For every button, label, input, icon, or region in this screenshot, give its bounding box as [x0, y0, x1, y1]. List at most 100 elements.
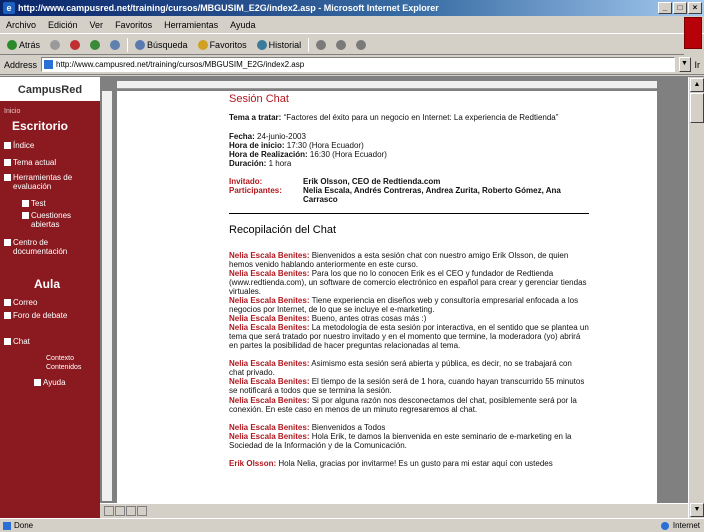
course-sidebar: CampusRed Inicio Escritorio Índice Tema … [0, 77, 100, 519]
sidebar-item-herramientas[interactable]: Herramientas de evaluación [4, 173, 94, 191]
chat-text: Bienvenidos a Todos [312, 423, 386, 432]
doc-hora-inicio: Hora de inicio: 17:30 (Hora Ecuador) [229, 141, 364, 150]
minimize-button[interactable]: _ [658, 2, 672, 14]
history-icon [257, 40, 267, 50]
refresh-button[interactable] [87, 39, 103, 51]
menu-edit[interactable]: Edición [48, 20, 78, 30]
security-zone: Internet [661, 519, 700, 532]
chat-speaker: Erik Olsson: [229, 459, 276, 468]
chat-message: Nelia Escala Benites: Hola Erik, te damo… [229, 432, 589, 450]
menu-view[interactable]: Ver [90, 20, 104, 30]
sidebar-item-centro-documentacion[interactable]: Centro de documentación [4, 238, 94, 256]
doc-duracion: Duración: 1 hora [229, 159, 291, 168]
chat-text: Hola Nelia, gracias por invitarme! Es un… [278, 459, 552, 468]
favorites-icon [198, 40, 208, 50]
menu-tools[interactable]: Herramientas [164, 20, 218, 30]
print-button[interactable] [333, 39, 349, 51]
chat-message: Nelia Escala Benites: Tiene experiencia … [229, 296, 589, 314]
sidebar-item-correo[interactable]: Correo [4, 298, 37, 307]
address-bar: Address http://www.campusred.net/trainin… [0, 55, 704, 75]
status-text: Done [14, 521, 33, 530]
chat-speaker: Nelia Escala Benites: [229, 323, 309, 332]
doc-fecha: Fecha: 24-junio-2003 [229, 132, 306, 141]
scroll-thumb[interactable] [690, 93, 704, 123]
toolbar-separator [308, 38, 309, 52]
web-view-button[interactable] [115, 506, 125, 516]
scroll-up-arrow-icon[interactable]: ▲ [690, 78, 704, 92]
edit-button[interactable] [353, 39, 369, 51]
topic-icon [4, 159, 11, 166]
home-icon [110, 40, 120, 50]
sidebar-item-chat[interactable]: Chat [4, 337, 30, 346]
go-button[interactable]: Ir [695, 60, 704, 70]
stop-button[interactable] [67, 39, 83, 51]
chat-speaker: Nelia Escala Benites: [229, 377, 309, 386]
chat-text: Bueno, antes otras cosas más :) [312, 314, 427, 323]
history-button[interactable]: Historial [254, 39, 305, 51]
menu-bar: Archivo Edición Ver Favoritos Herramient… [0, 16, 704, 34]
document-icon [4, 239, 11, 246]
menu-favorites[interactable]: Favoritos [115, 20, 152, 30]
vertical-scrollbar[interactable]: ▲ ▼ [688, 77, 704, 519]
scroll-down-arrow-icon[interactable]: ▼ [690, 503, 704, 517]
stop-icon [70, 40, 80, 50]
view-buttons [104, 506, 147, 516]
chat-message: Nelia Escala Benites: El tiempo de la se… [229, 377, 589, 395]
sidebar-item-tema-actual[interactable]: Tema actual [4, 158, 56, 167]
back-button[interactable]: Atrás [4, 39, 43, 51]
doc-participantes-value: Nelia Escala, Andrés Contreras, Andrea Z… [303, 186, 589, 204]
outline-view-button[interactable] [137, 506, 147, 516]
chat-message: Nelia Escala Benites: Bienvenidos a Todo… [229, 423, 589, 432]
pencil-icon [4, 174, 11, 181]
forward-button[interactable] [47, 39, 63, 51]
mail-button[interactable] [313, 39, 329, 51]
chat-speaker: Nelia Escala Benites: [229, 314, 309, 323]
sidebar-item-indice[interactable]: Índice [4, 141, 34, 150]
address-input[interactable]: http://www.campusred.net/training/cursos… [41, 57, 674, 72]
window-controls: _ □ × [658, 2, 702, 14]
edit-icon [356, 40, 366, 50]
sidebar-item-cuestiones[interactable]: Cuestiones abiertas [22, 211, 94, 229]
campusred-logo: CampusRed [0, 77, 100, 103]
sidebar-subitem-contenidos[interactable]: Contenidos [46, 363, 81, 372]
close-button[interactable]: × [688, 2, 702, 14]
address-label: Address [4, 60, 37, 70]
chat-message: Nelia Escala Benites: Asimismo esta sesi… [229, 359, 589, 377]
address-url: http://www.campusred.net/training/cursos… [56, 60, 304, 69]
search-button[interactable]: Búsqueda [132, 39, 191, 51]
ie-icon: e [3, 2, 15, 14]
help-icon [34, 379, 41, 386]
address-dropdown-button[interactable]: ▼ [679, 57, 691, 72]
doc-title: Sesión Chat [229, 95, 289, 104]
sidebar-item-ayuda[interactable]: Ayuda [34, 378, 66, 387]
chat-speaker: Nelia Escala Benites: [229, 251, 309, 260]
document-page: Sesión Chat Tema a tratar: “Factores del… [117, 91, 657, 503]
title-bar: e http://www.campusred.net/training/curs… [0, 0, 704, 16]
horizontal-scrollbar[interactable] [100, 503, 688, 519]
chat-message: Nelia Escala Benites: Bueno, antes otras… [229, 314, 589, 323]
mail-icon [316, 40, 326, 50]
normal-view-button[interactable] [104, 506, 114, 516]
content-frame: CampusRed Inicio Escritorio Índice Tema … [0, 76, 704, 518]
chat-icon [4, 338, 11, 345]
sidebar-item-foro[interactable]: Foro de debate [4, 311, 74, 320]
chat-speaker: Nelia Escala Benites: [229, 359, 309, 368]
chat-message: Erik Olsson: Hola Nelia, gracias por inv… [229, 459, 589, 468]
print-view-button[interactable] [126, 506, 136, 516]
sidebar-heading-escritorio: Escritorio [12, 119, 68, 133]
sidebar-item-test[interactable]: Test [22, 199, 46, 208]
menu-file[interactable]: Archivo [6, 20, 36, 30]
doc-divider [229, 213, 589, 214]
toolbar-separator [127, 38, 128, 52]
sidebar-subitem-contexto[interactable]: Contexto [46, 354, 74, 363]
chat-speaker: Nelia Escala Benites: [229, 423, 309, 432]
maximize-button[interactable]: □ [673, 2, 687, 14]
home-button[interactable] [107, 39, 123, 51]
favorites-button[interactable]: Favoritos [195, 39, 250, 51]
forward-arrow-icon [50, 40, 60, 50]
refresh-icon [90, 40, 100, 50]
doc-tema: Tema a tratar: “Factores del éxito para … [229, 113, 589, 122]
chat-message: Nelia Escala Benites: La metodología de … [229, 323, 589, 350]
menu-help[interactable]: Ayuda [230, 20, 255, 30]
print-icon [336, 40, 346, 50]
